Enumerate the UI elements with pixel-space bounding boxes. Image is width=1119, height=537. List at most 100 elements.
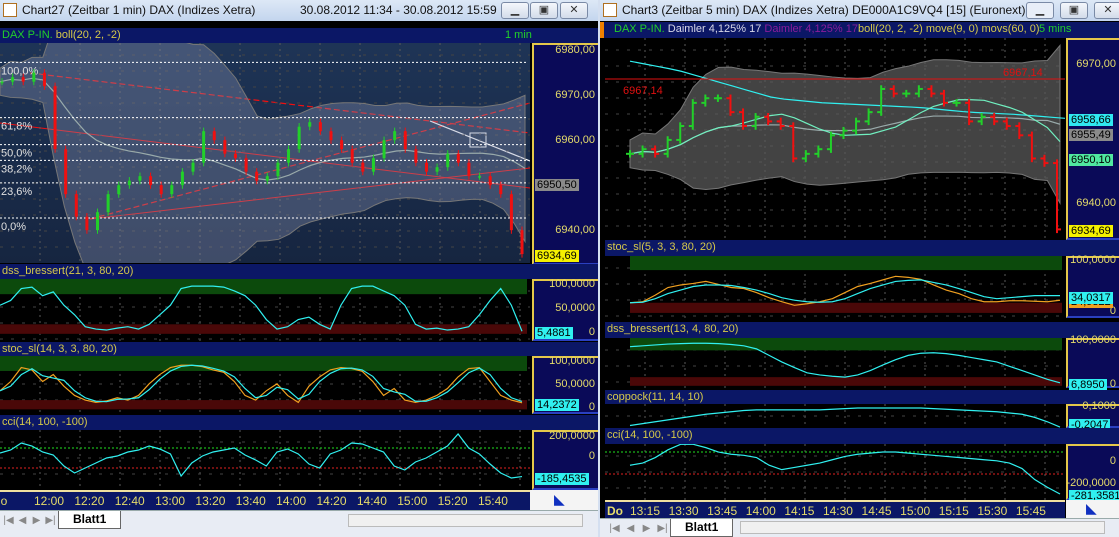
cci-label: cci(14, 100, -100) — [607, 429, 693, 441]
stoc-chart[interactable] — [0, 356, 530, 414]
price-bar — [509, 190, 513, 234]
bollinger-band — [0, 43, 526, 263]
title-bar[interactable]: Chart3 (Zeitbar 5 min) DAX (Indizes Xetr… — [600, 0, 1119, 21]
candle-body — [478, 176, 482, 178]
first-sheet-button[interactable]: |◀ — [2, 514, 15, 527]
time-tick-label: 15:45 — [1015, 504, 1046, 518]
axis-tick-label: 100,0000 — [1070, 334, 1116, 347]
axis-tick-label: -200,0000 — [1066, 477, 1116, 490]
day-label: o — [0, 494, 8, 508]
candle-body — [21, 77, 25, 82]
minimize-button[interactable]: ▁ — [1026, 2, 1054, 19]
candle-body — [340, 140, 344, 150]
window-title: Chart3 (Zeitbar 5 min) DAX (Indizes Xetr… — [622, 3, 1036, 17]
candle-body — [350, 149, 354, 163]
price-bar — [297, 123, 301, 153]
oversold-band — [0, 400, 527, 410]
candle-body — [0, 81, 4, 84]
price-bar — [106, 190, 110, 216]
candle-body — [382, 140, 386, 159]
corner-area: ◣ — [1066, 500, 1119, 518]
maximize-button[interactable]: ▣ — [530, 2, 558, 19]
price-bar — [403, 127, 407, 153]
candle-body — [287, 149, 291, 163]
price-axis[interactable]: 6980,00 6970,00 6960,00 6940,00 6950,50 6934,… — [532, 43, 598, 265]
price-axis[interactable]: 6970,00 6940,00 6958,66 6955,49 6950,10 6934,… — [1066, 38, 1119, 240]
overbought-band — [0, 279, 527, 295]
dss-chart[interactable] — [0, 279, 530, 341]
candle-body — [435, 167, 439, 172]
price-chart[interactable]: 6967,14 6967,14 — [605, 38, 1065, 240]
price-bar — [64, 145, 68, 198]
sheet-tab-blatt1[interactable]: Blatt1 — [58, 511, 122, 529]
axis-tick-label: 6940,00 — [1076, 196, 1116, 209]
candle-body — [308, 122, 312, 127]
coppock-header: coppock(11, 14, 10) — [605, 390, 1119, 404]
last-value-tag: -185,4535 — [535, 472, 589, 485]
candle-body — [244, 158, 248, 172]
compare-label-1: Daimler 4,125% 17 — [667, 23, 762, 35]
day-label: Do — [607, 504, 623, 518]
candle-body — [117, 185, 121, 195]
last-value-tag: 6958,66 — [1069, 114, 1113, 127]
time-tick-label: 12:00 — [33, 494, 65, 508]
prev-sheet-button[interactable]: ◀ — [16, 514, 29, 527]
price-bar — [74, 190, 78, 221]
candle-body — [499, 185, 503, 195]
indicator-label: boll(20, 2, -2) move(9, 0) movs(60, 0) — [857, 23, 1040, 35]
oversold-band — [0, 324, 527, 334]
horizontal-scrollbar[interactable] — [740, 521, 1105, 534]
flag-icon[interactable]: ◣ — [554, 491, 565, 508]
candle-body — [520, 230, 524, 255]
price-chart[interactable]: 100,0%61,8%50,0%38,2%23,6%0,0% — [0, 43, 530, 263]
candle-body — [138, 176, 142, 181]
next-sheet-button[interactable]: ▶ — [640, 522, 653, 535]
candle-body — [318, 122, 322, 132]
compare-label-2: Daimler 4,125% 17 — [764, 23, 858, 35]
candle-body — [467, 162, 471, 177]
last-sheet-button[interactable]: ▶| — [656, 522, 669, 535]
candle-body — [212, 131, 216, 141]
close-button[interactable]: ✕ — [1094, 2, 1119, 19]
sheet-tab-bar: |◀ ◀ ▶ ▶| Blatt1 — [0, 510, 598, 537]
time-tick-label: 14:15 — [784, 504, 815, 518]
candle-body — [223, 140, 227, 154]
time-tick-label: 15:15 — [938, 504, 969, 518]
title-bar[interactable]: Chart27 (Zeitbar 1 min) DAX (Indizes Xet… — [0, 0, 598, 21]
flag-icon[interactable]: ◣ — [1086, 500, 1097, 517]
cci-chart[interactable] — [605, 444, 1065, 500]
maximize-button[interactable]: ▣ — [1060, 2, 1088, 19]
cci-header: cci(14, 100, -100) — [0, 415, 598, 430]
oversold-band — [630, 302, 1062, 313]
horizontal-scrollbar[interactable] — [348, 514, 583, 527]
cci-chart[interactable] — [0, 430, 530, 490]
first-sheet-button[interactable]: |◀ — [608, 522, 621, 535]
dss-chart[interactable] — [605, 338, 1065, 388]
time-tick-label: 15:30 — [977, 504, 1008, 518]
axis-tick-label: 50,0000 — [555, 302, 595, 314]
prev-sheet-button[interactable]: ◀ — [624, 522, 637, 535]
time-axis: o 12:00 12:20 12:40 13:00 13:20 13:40 14:00 14:… — [0, 490, 530, 510]
time-tick-label: 15:40 — [477, 494, 508, 508]
stoc-chart[interactable] — [605, 256, 1065, 318]
stoc-axis: 100,0000 50,0000 0 14,2372 — [532, 355, 598, 414]
window-title: Chart27 (Zeitbar 1 min) DAX (Indizes Xet… — [22, 3, 256, 17]
minimize-button[interactable]: ▁ — [501, 2, 529, 19]
candle-body — [170, 185, 174, 195]
cci-line — [0, 433, 523, 479]
candle-body — [488, 176, 492, 186]
cci-header: cci(14, 100, -100) — [605, 428, 1119, 444]
last-sheet-button[interactable]: ▶| — [44, 514, 57, 527]
axis-tick-label: 0 — [1109, 455, 1116, 468]
axis-tick-label: 200,0000 — [549, 430, 595, 442]
candle-body — [297, 126, 301, 150]
last-value-tag: 14,2372 — [535, 398, 579, 411]
dss-header: dss_bressert(21, 3, 80, 20) — [0, 264, 598, 279]
close-button[interactable]: ✕ — [560, 2, 588, 19]
axis-tick-label: 0 — [588, 325, 595, 338]
next-sheet-button[interactable]: ▶ — [30, 514, 43, 527]
price-bar — [382, 136, 386, 162]
candle-body — [11, 77, 15, 82]
sheet-tab-blatt1[interactable]: Blatt1 — [670, 519, 734, 537]
coppock-chart[interactable] — [605, 404, 1065, 428]
